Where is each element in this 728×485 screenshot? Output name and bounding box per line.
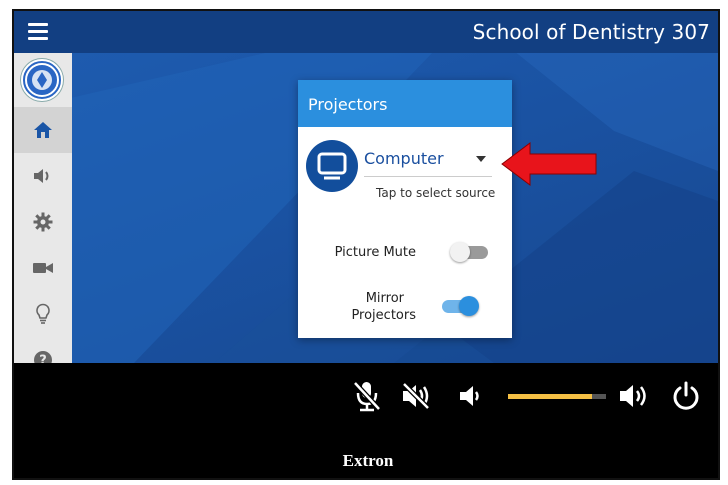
sidebar-item-lighting[interactable] (14, 291, 72, 337)
help-icon: ? (34, 351, 52, 364)
projectors-panel-title: Projectors (298, 80, 512, 127)
speaker-mute-icon[interactable] (400, 381, 432, 416)
lightbulb-icon (36, 303, 50, 324)
volume-down-icon[interactable] (458, 383, 482, 414)
mic-mute-icon[interactable] (352, 379, 382, 418)
monitor-icon[interactable] (306, 140, 358, 192)
hamburger-icon[interactable] (24, 19, 54, 45)
red-arrow-icon (501, 142, 597, 186)
volume-slider[interactable] (508, 394, 606, 399)
top-bar: School of Dentistry 307 (14, 11, 718, 53)
svg-text:?: ? (39, 354, 47, 364)
video-camera-icon (33, 263, 53, 273)
source-select-hint: Tap to select source (376, 186, 496, 200)
sidebar-item-home[interactable] (14, 107, 72, 153)
volume-slider-fill (508, 394, 593, 399)
sidebar: ? (14, 53, 72, 363)
sidebar-item-help[interactable]: ? (14, 337, 72, 363)
volume-up-icon[interactable] (618, 382, 650, 415)
touch-panel-frame: School of Dentistry 307 ? Projectors Com… (12, 9, 720, 480)
touch-panel-screen: School of Dentistry 307 ? Projectors Com… (14, 11, 718, 363)
home-icon (34, 122, 52, 138)
university-seal-logo (21, 59, 63, 101)
sidebar-item-audio[interactable] (14, 153, 72, 199)
mirror-projectors-toggle[interactable] (440, 295, 480, 317)
picture-mute-toggle[interactable] (450, 241, 490, 263)
brand-logo-text: Extron (342, 451, 394, 470)
mirror-projectors-label: Mirror Projectors (351, 291, 416, 323)
sidebar-item-camera[interactable] (14, 245, 72, 291)
chevron-down-icon[interactable] (476, 156, 486, 162)
picture-mute-label: Picture Mute (334, 245, 416, 260)
projectors-panel: Projectors Computer Tap to select source… (298, 80, 512, 338)
power-icon[interactable] (670, 380, 702, 417)
speaker-icon (34, 169, 49, 183)
source-select-underline (364, 176, 492, 177)
sidebar-item-settings[interactable] (14, 199, 72, 245)
gear-icon (33, 212, 53, 232)
room-title: School of Dentistry 307 (472, 20, 710, 44)
source-select-value[interactable]: Computer (364, 149, 444, 168)
